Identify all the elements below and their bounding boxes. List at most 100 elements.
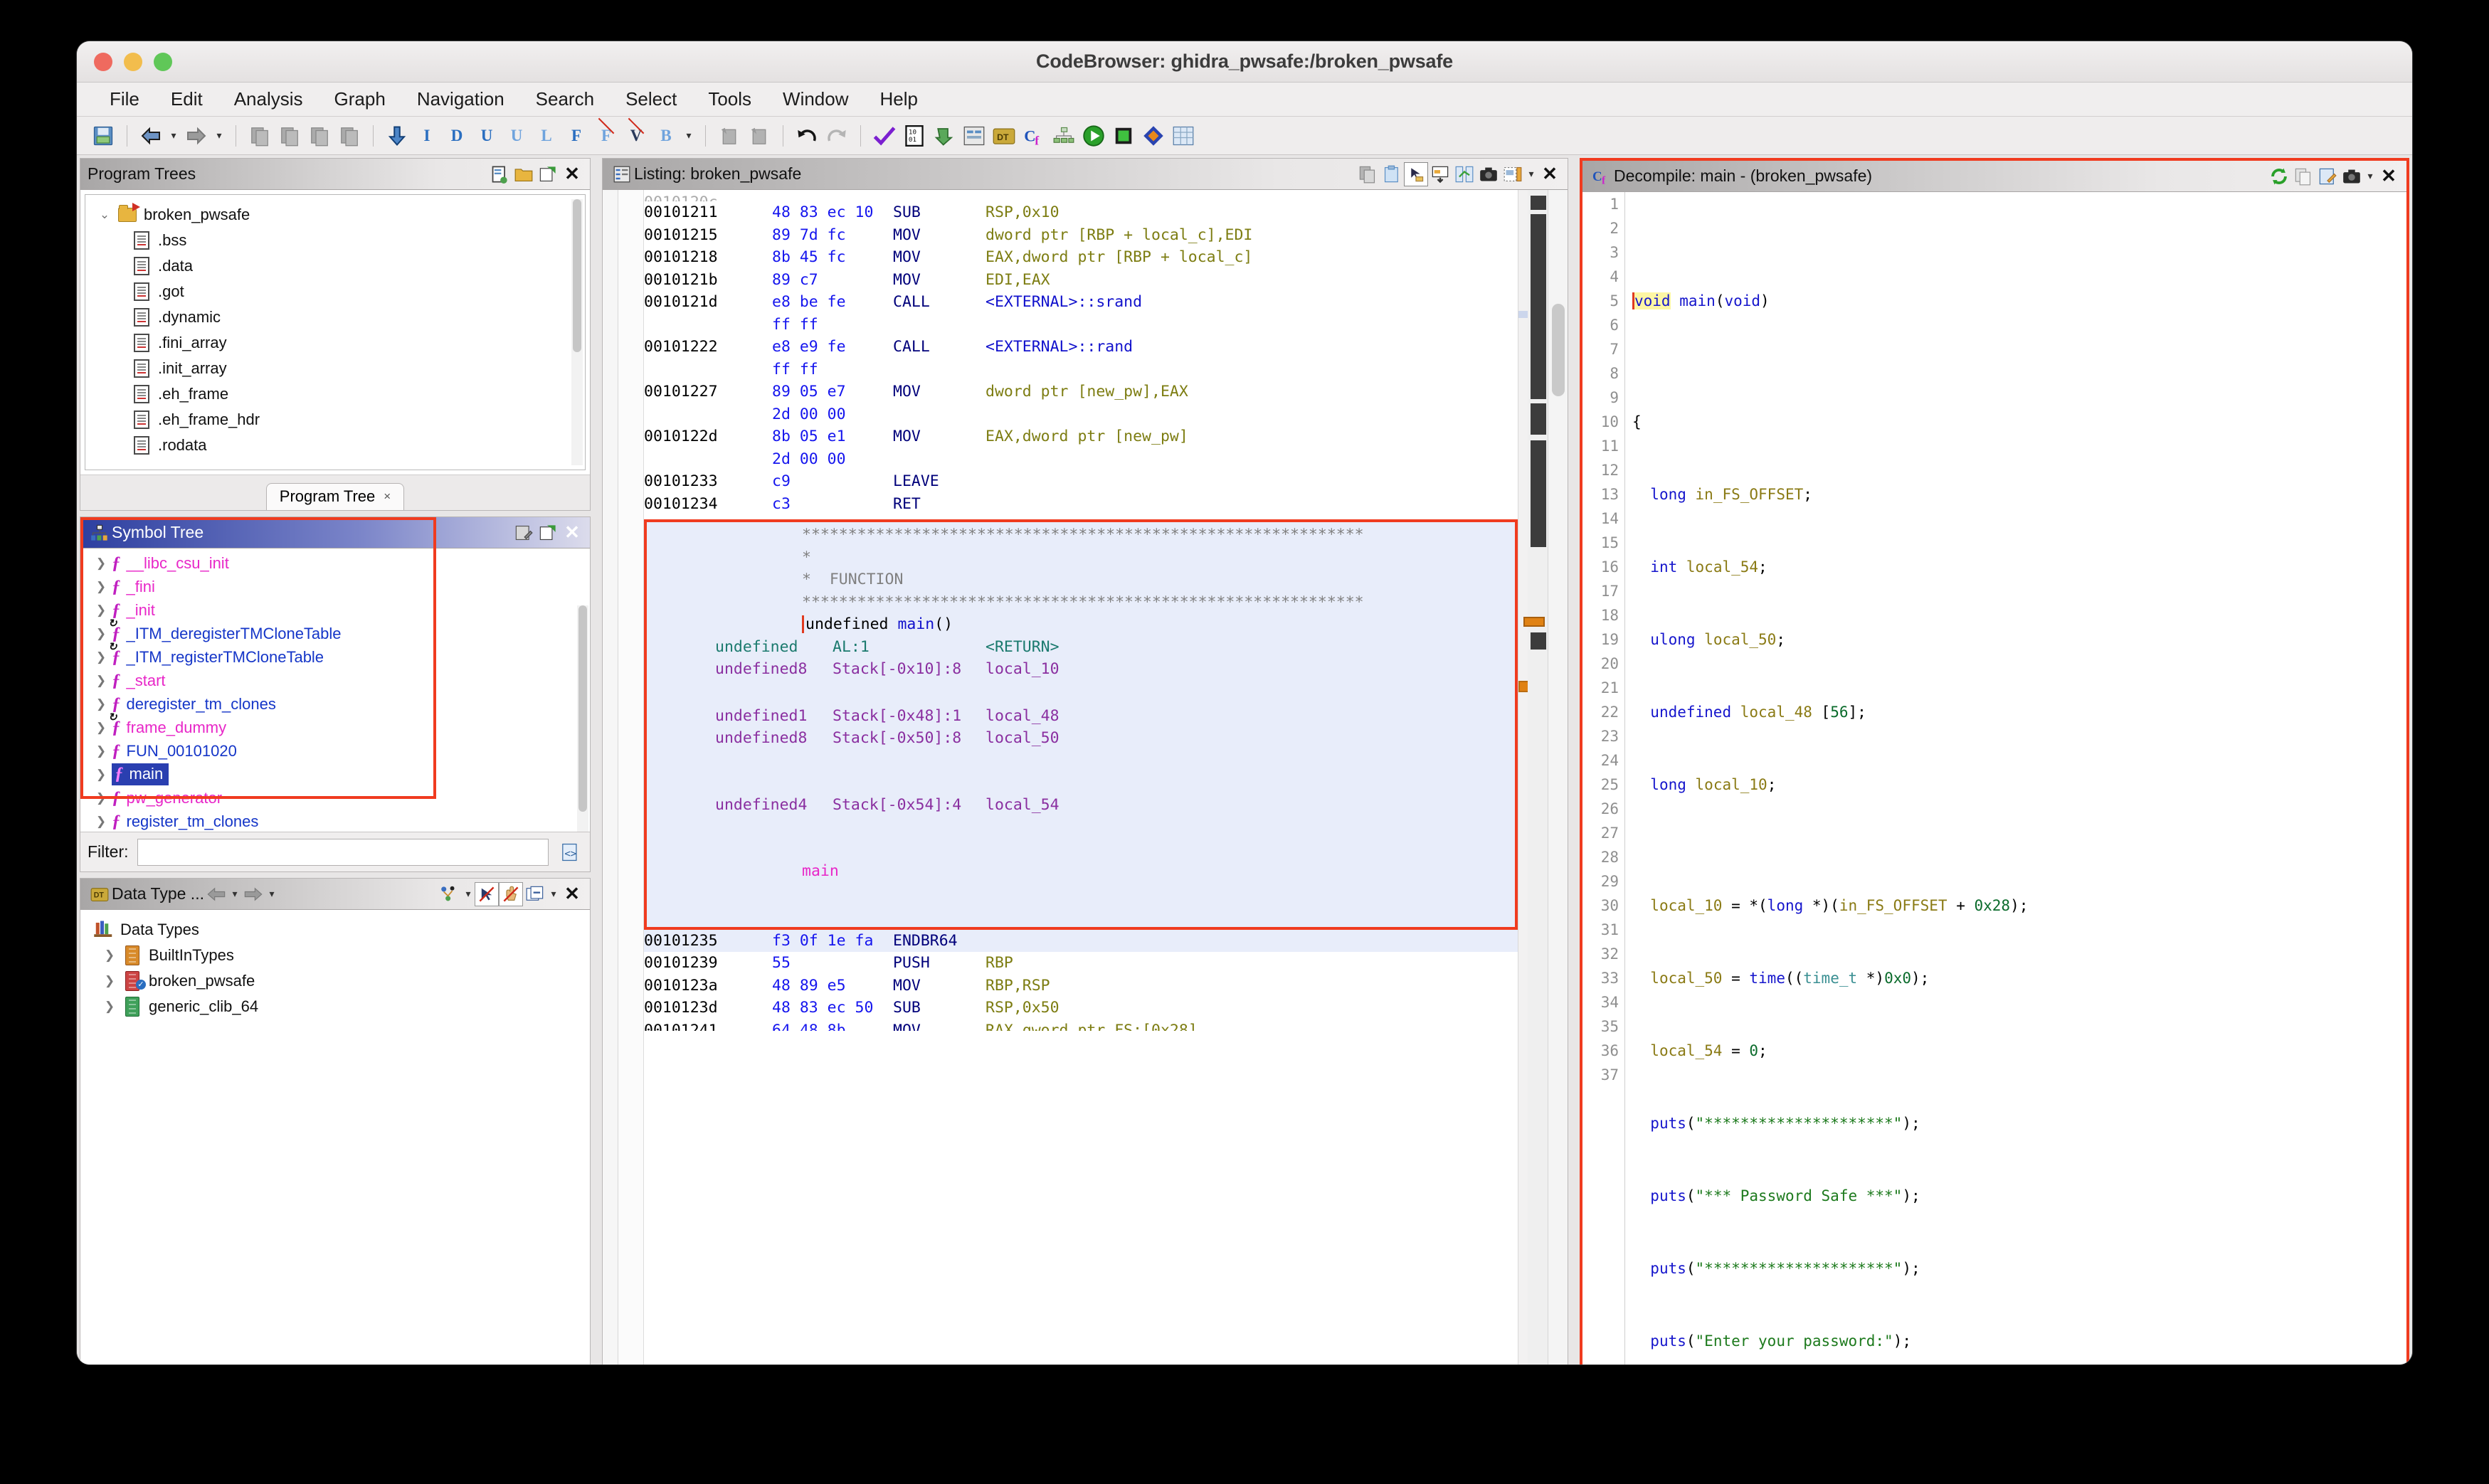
datatype-manager-icon[interactable]: DT xyxy=(990,122,1018,149)
margin-icon[interactable] xyxy=(1501,162,1525,186)
union-U-icon[interactable]: U xyxy=(503,122,530,149)
chevron-right-icon[interactable]: ❯ xyxy=(90,768,112,782)
decompiler-code[interactable]: void main(void) { long in_FS_OFFSET; int… xyxy=(1625,192,2406,1364)
symbol-item-itm-register[interactable]: ❯ ƒ ↻ _ITM_registerTMCloneTable xyxy=(80,642,590,669)
filter-options-icon[interactable]: <> xyxy=(557,839,583,865)
symbol-item-deregister-tm-clones[interactable]: ❯ ƒ deregister_tm_clones xyxy=(80,692,590,716)
asm-row[interactable]: 00101218 8b 45 fc MOV EAX,dword ptr [RBP + … xyxy=(644,246,1518,269)
chevron-right-icon[interactable]: ❯ xyxy=(90,556,112,571)
tab-close-icon[interactable]: × xyxy=(384,489,391,504)
tree-item-eh-frame-hdr[interactable]: .eh_frame_hdr xyxy=(85,407,585,433)
forward-dropdown-icon[interactable]: ▾ xyxy=(213,129,226,142)
tree-item-init-array[interactable]: .init_array xyxy=(85,356,585,381)
collapse-icon[interactable] xyxy=(523,882,547,906)
run-icon[interactable] xyxy=(1080,122,1107,149)
chevron-right-icon[interactable]: ❯ xyxy=(90,603,112,618)
tree-item-data[interactable]: .data xyxy=(85,253,585,279)
diamond-icon[interactable] xyxy=(1140,122,1167,149)
menu-dropdown-icon[interactable]: ▾ xyxy=(2364,170,2377,182)
copy-icon[interactable] xyxy=(2291,164,2315,189)
chevron-right-icon[interactable]: ❯ xyxy=(90,791,112,805)
asm-row[interactable]: 0010121d e8 be fe CALL <EXTERNAL>::srand xyxy=(644,291,1518,314)
asm-row[interactable]: 00101233 c9 LEAVE xyxy=(644,470,1518,493)
chevron-right-icon[interactable]: ❯ xyxy=(90,815,112,829)
listing-scrollbar[interactable] xyxy=(1548,190,1568,1364)
asm-row[interactable]: 00101211 48 83 ec 10 SUB RSP,0x10 xyxy=(644,201,1518,224)
asm-row[interactable]: 00101222 e8 e9 fe CALL <EXTERNAL>::rand xyxy=(644,336,1518,359)
menu-search[interactable]: Search xyxy=(520,88,610,110)
tab-program-tree[interactable]: Program Tree × xyxy=(265,483,405,510)
listing-code-area[interactable]: 0010120c 0010121148 83 ec 10SUBRSP,0x10 … xyxy=(644,190,1518,1364)
asm-row-cont[interactable]: ff ff xyxy=(644,314,1518,336)
close-icon[interactable]: ✕ xyxy=(560,162,584,186)
redo-icon[interactable] xyxy=(823,122,850,149)
down-arrow-icon[interactable] xyxy=(384,122,411,149)
back-arrow-icon[interactable] xyxy=(204,882,228,906)
asm-row[interactable]: 00101239 55 PUSH RBP xyxy=(644,952,1518,975)
undo-icon[interactable] xyxy=(793,122,820,149)
decompiler-content[interactable]: 123 456 789 10 11 12 13 14 15 16 17 18 19 20 21 … xyxy=(1582,192,2406,1364)
check-icon[interactable] xyxy=(871,122,898,149)
right-splitter[interactable]: ⋮ xyxy=(1573,158,1580,1364)
paste-right-icon[interactable] xyxy=(746,122,773,149)
asm-row[interactable]: 00101241 64 48 8b MOV RAX,qword ptr FS:[0x2… xyxy=(644,1019,1518,1031)
undefined-U-icon[interactable]: U xyxy=(473,122,500,149)
asm-row[interactable]: 0010120c xyxy=(644,191,1518,201)
paste-left-icon[interactable] xyxy=(716,122,743,149)
symbol-item-main[interactable]: ❯ ƒ main xyxy=(80,763,590,786)
asm-row[interactable]: 0010123d 48 83 ec 50 SUB RSP,0x50 xyxy=(644,997,1518,1019)
export-icon[interactable] xyxy=(536,521,560,545)
asm-row[interactable]: 00101227 89 05 e7 MOV dword ptr [new_pw],EA… xyxy=(644,381,1518,403)
symbol-tree-list[interactable]: ❯ ƒ __libc_csu_init ❯ ƒ _fini ❯ ƒ _init … xyxy=(80,548,590,832)
symbol-item-start[interactable]: ❯ ƒ _start xyxy=(80,669,590,692)
asm-row-cont[interactable]: 2d 00 00 xyxy=(644,448,1518,471)
menu-file[interactable]: File xyxy=(94,88,155,110)
copy-pages-2-icon[interactable] xyxy=(276,122,303,149)
symbol-item-fini[interactable]: ❯ ƒ _fini xyxy=(80,575,590,598)
tree-item-rodata[interactable]: .rodata xyxy=(85,433,585,458)
program-tree-scrollbar[interactable] xyxy=(571,199,583,465)
tree-item-bss[interactable]: .bss xyxy=(85,228,585,253)
data-types-root[interactable]: Data Types xyxy=(80,917,590,943)
back-dropdown-icon[interactable]: ▾ xyxy=(228,888,241,900)
chevron-right-icon[interactable]: ❯ xyxy=(99,1000,120,1014)
export-tree-icon[interactable] xyxy=(536,162,560,186)
copy-pages-3-icon[interactable] xyxy=(306,122,333,149)
chevron-right-icon[interactable]: ❯ xyxy=(99,974,120,988)
edit-icon[interactable] xyxy=(2315,164,2340,189)
close-icon[interactable]: ✕ xyxy=(560,882,584,906)
snapshot-icon[interactable] xyxy=(2340,164,2364,189)
close-icon[interactable]: ✕ xyxy=(560,521,584,545)
scrollbar-thumb[interactable] xyxy=(573,199,581,352)
symbol-item-fun-00101020[interactable]: ❯ ƒ FUN_00101020 xyxy=(80,739,590,763)
copy-pages-4-icon[interactable] xyxy=(336,122,363,149)
label-L-icon[interactable]: L xyxy=(533,122,560,149)
data-D-icon[interactable]: D xyxy=(443,122,470,149)
symbol-item-itm-deregister[interactable]: ❯ ƒ ↻ _ITM_deregisterTMCloneTable xyxy=(80,618,590,645)
tree-item-fini-array[interactable]: .fini_array xyxy=(85,330,585,356)
chevron-right-icon[interactable]: ❯ xyxy=(99,948,120,963)
chevron-down-icon[interactable]: ⌄ xyxy=(94,208,115,222)
snapshot-icon[interactable] xyxy=(1476,162,1501,186)
asm-row[interactable]: 0010123a 48 89 e5 MOV RBP,RSP xyxy=(644,975,1518,997)
menu-select[interactable]: Select xyxy=(610,88,692,110)
function-header-block[interactable]: ****************************************… xyxy=(644,519,1518,930)
program-tree[interactable]: ⌄ broken_pwsafe .bss .data .got .dynamic… xyxy=(85,195,585,458)
close-icon[interactable]: ✕ xyxy=(1538,162,1562,186)
paste-icon[interactable] xyxy=(1380,162,1404,186)
menu-graph[interactable]: Graph xyxy=(319,88,401,110)
bytes-dropdown-icon[interactable]: ▾ xyxy=(682,129,695,142)
diff-icon[interactable] xyxy=(1452,162,1476,186)
symbol-item-pw-generator[interactable]: ❯ ƒ pw_generator xyxy=(80,786,590,810)
symbol-item-init[interactable]: ❯ ƒ _init xyxy=(80,598,590,622)
asm-row-cont[interactable]: 2d 00 00 xyxy=(644,403,1518,426)
filter-tree-icon[interactable] xyxy=(438,882,462,906)
chevron-right-icon[interactable]: ❯ xyxy=(90,697,112,711)
data-types-tree[interactable]: Data Types ❯ BuiltInTypes ❯ ✓ broken_pws… xyxy=(80,910,590,1019)
forward-dropdown-icon[interactable]: ▾ xyxy=(265,888,278,900)
listing-window-icon[interactable] xyxy=(961,122,988,149)
asm-row[interactable]: 00101215 89 7d fc MOV dword ptr [RBP + loca… xyxy=(644,224,1518,247)
tree-root-broken-pwsafe[interactable]: ⌄ broken_pwsafe xyxy=(85,202,585,228)
menu-edit[interactable]: Edit xyxy=(155,88,218,110)
menu-navigation[interactable]: Navigation xyxy=(401,88,520,110)
